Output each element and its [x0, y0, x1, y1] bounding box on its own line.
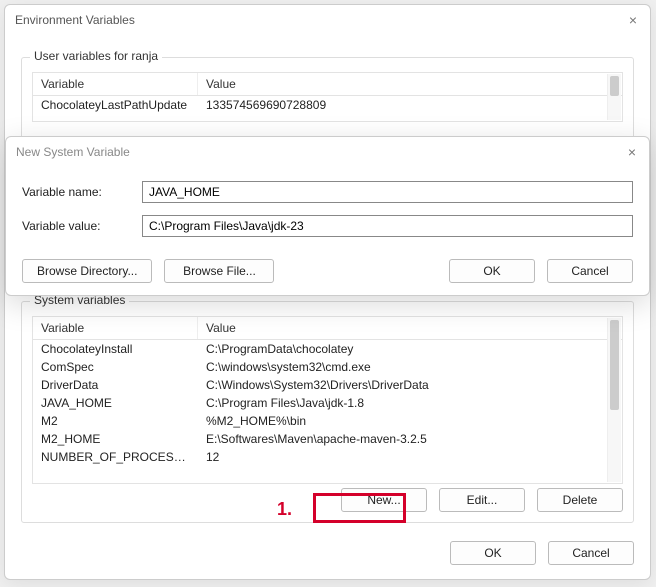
cancel-button[interactable]: Cancel	[548, 541, 634, 565]
cell-value: C:\Program Files\Java\jdk-1.8	[198, 394, 622, 412]
col-value[interactable]: Value	[198, 73, 622, 95]
table-header: Variable Value	[33, 317, 622, 340]
table-row[interactable]: M2%M2_HOME%\bin	[33, 412, 622, 430]
titlebar: Environment Variables ×	[5, 5, 650, 35]
dialog-button-row: OK Cancel	[450, 541, 634, 565]
modal-button-row: Browse Directory... Browse File... OK Ca…	[22, 259, 633, 283]
table-header: Variable Value	[33, 73, 622, 96]
sys-tbody: ChocolateyInstallC:\ProgramData\chocolat…	[33, 340, 622, 466]
table-row[interactable]: JAVA_HOMEC:\Program Files\Java\jdk-1.8	[33, 394, 622, 412]
cell-variable: ChocolateyLastPathUpdate	[33, 96, 198, 114]
cell-value: C:\Windows\System32\Drivers\DriverData	[198, 376, 622, 394]
user-variables-table[interactable]: Variable Value ChocolateyLastPathUpdate …	[32, 72, 623, 122]
edit-button[interactable]: Edit...	[439, 488, 525, 512]
new-system-variable-dialog: New System Variable × Variable name: Var…	[5, 136, 650, 296]
variable-value-row: Variable value:	[22, 215, 633, 237]
window-title: Environment Variables	[15, 13, 135, 27]
table-row[interactable]: NUMBER_OF_PROCESSORS12	[33, 448, 622, 466]
variable-value-label: Variable value:	[22, 219, 142, 233]
system-variables-group: System variables Variable Value Chocolat…	[21, 301, 634, 523]
variable-name-label: Variable name:	[22, 185, 142, 199]
cancel-button[interactable]: Cancel	[547, 259, 633, 283]
browse-directory-button[interactable]: Browse Directory...	[22, 259, 152, 283]
browse-file-button[interactable]: Browse File...	[164, 259, 274, 283]
col-variable[interactable]: Variable	[33, 73, 198, 95]
ok-button[interactable]: OK	[450, 541, 536, 565]
variable-value-input[interactable]	[142, 215, 633, 237]
scrollbar[interactable]	[607, 74, 621, 120]
ok-button[interactable]: OK	[449, 259, 535, 283]
cell-value: C:\ProgramData\chocolatey	[198, 340, 622, 358]
close-icon[interactable]: ×	[626, 13, 640, 27]
scrollbar[interactable]	[607, 318, 621, 482]
new-button[interactable]: New...	[341, 488, 427, 512]
delete-button[interactable]: Delete	[537, 488, 623, 512]
cell-variable: ChocolateyInstall	[33, 340, 198, 358]
table-row[interactable]: ChocolateyLastPathUpdate 133574569690728…	[33, 96, 622, 114]
system-variables-table[interactable]: Variable Value ChocolateyInstallC:\Progr…	[32, 316, 623, 484]
table-row[interactable]: DriverDataC:\Windows\System32\Drivers\Dr…	[33, 376, 622, 394]
dialog-title: New System Variable	[16, 145, 130, 159]
cell-variable: DriverData	[33, 376, 198, 394]
titlebar: New System Variable ×	[6, 137, 649, 167]
variable-name-row: Variable name:	[22, 181, 633, 203]
cell-variable: ComSpec	[33, 358, 198, 376]
close-icon[interactable]: ×	[625, 145, 639, 159]
cell-variable: M2_HOME	[33, 430, 198, 448]
col-value[interactable]: Value	[198, 317, 622, 339]
variable-name-input[interactable]	[142, 181, 633, 203]
cell-variable: NUMBER_OF_PROCESSORS	[33, 448, 198, 466]
cell-value: 12	[198, 448, 622, 466]
annotation-step-1: 1.	[277, 499, 292, 520]
user-tbody: ChocolateyLastPathUpdate 133574569690728…	[33, 96, 622, 114]
cell-variable: JAVA_HOME	[33, 394, 198, 412]
cell-variable: M2	[33, 412, 198, 430]
cell-value: 133574569690728809	[198, 96, 622, 114]
cell-value: E:\Softwares\Maven\apache-maven-3.2.5	[198, 430, 622, 448]
table-row[interactable]: ChocolateyInstallC:\ProgramData\chocolat…	[33, 340, 622, 358]
cell-value: C:\windows\system32\cmd.exe	[198, 358, 622, 376]
table-row[interactable]: M2_HOMEE:\Softwares\Maven\apache-maven-3…	[33, 430, 622, 448]
table-row[interactable]: ComSpecC:\windows\system32\cmd.exe	[33, 358, 622, 376]
col-variable[interactable]: Variable	[33, 317, 198, 339]
cell-value: %M2_HOME%\bin	[198, 412, 622, 430]
system-button-row: New... Edit... Delete	[341, 488, 623, 512]
user-group-legend: User variables for ranja	[30, 49, 162, 63]
